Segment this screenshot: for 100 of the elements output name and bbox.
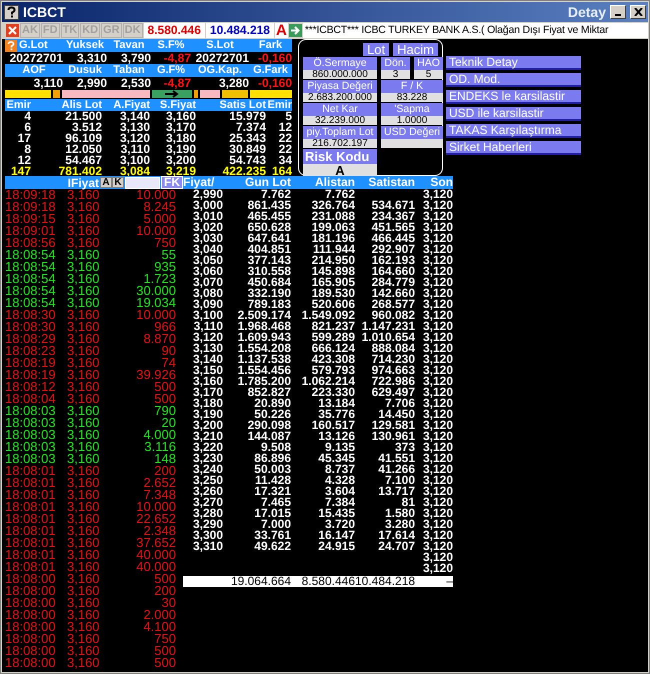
table-cell-text: 3,160 <box>67 357 101 369</box>
summary-value: 2,530 <box>120 77 151 89</box>
sort-button[interactable]: A <box>100 177 112 188</box>
ask-total: 10.484.218 <box>206 23 274 38</box>
table-cell-text: 3,160 <box>67 393 101 405</box>
table-cell-text: 3,160 <box>67 237 101 249</box>
table-cell-text: 8.737 <box>324 464 355 475</box>
table-cell-text: 3,120 <box>422 409 453 420</box>
minimize-button[interactable] <box>610 5 626 19</box>
table-cell-text: 966 <box>154 321 176 333</box>
table-cell-text: 7.762 <box>260 189 291 200</box>
table-cell-text: 3,120 <box>422 552 453 563</box>
table-cell-text: 1.554.208 <box>236 343 291 354</box>
table-cell-text: 18:08:01 <box>5 525 57 537</box>
summary-value: -4,87 <box>162 77 191 89</box>
field-label: F / K <box>381 80 443 93</box>
action-button[interactable]: Teknik Detay <box>446 56 581 70</box>
filter-field[interactable] <box>125 176 160 188</box>
table-cell-text: 18:08:04 <box>5 393 57 405</box>
table-cell-text: 18:08:00 <box>5 597 57 609</box>
close-icon[interactable] <box>6 24 19 37</box>
table-cell-text: 1.554.456 <box>236 365 291 376</box>
table-cell-text: 1.609.943 <box>236 332 291 343</box>
table-cell-text: 142.660 <box>370 288 415 299</box>
table-cell-text: 18:08:30 <box>5 321 57 333</box>
action-button[interactable]: ENDEKS le karsilastir <box>446 90 581 104</box>
column-header: S.Lot <box>205 39 235 52</box>
action-button[interactable]: Sirket Haberleri <box>446 141 581 155</box>
table-cell-text: 3,160 <box>67 297 101 309</box>
table-cell-text: 3,120 <box>422 486 453 497</box>
table-cell-text: 18:08:01 <box>5 477 57 489</box>
table-cell-text: 3,160 <box>67 189 101 201</box>
table-cell-text: 18:08:54 <box>5 261 57 273</box>
table-cell-text: 25.343 <box>228 133 266 144</box>
table-cell-text: 14.450 <box>378 409 415 420</box>
table-cell-text: 3,160 <box>67 309 101 321</box>
table-cell-text: 1.010.654 <box>360 332 415 343</box>
table-cell-text: 310.558 <box>246 266 291 277</box>
table-cell-text: 3,160 <box>166 111 196 122</box>
column-header: Son <box>429 176 453 189</box>
table-cell-text: 18:08:00 <box>5 609 57 621</box>
table-cell-text: 7.384 <box>324 497 355 508</box>
table-cell-text: 3,120 <box>422 255 453 266</box>
action-button[interactable]: USD ile karsilastir <box>446 107 581 121</box>
table-cell-text: 3,160 <box>67 621 101 633</box>
table-cell-text: 40.000 <box>135 549 176 561</box>
table-cell-text: 3,120 <box>422 497 453 508</box>
table-cell-text: 6 <box>24 122 31 133</box>
table-cell-text: 189.530 <box>310 288 355 299</box>
fk-button[interactable]: FK <box>161 176 183 189</box>
table-cell-text: 8 <box>24 144 31 155</box>
field-label: Dön. <box>381 57 410 70</box>
table-cell-text: 18:08:54 <box>5 249 57 261</box>
action-button[interactable]: OD. Mod. <box>446 73 581 87</box>
table-cell-text: 3,170 <box>192 387 223 398</box>
table-cell-text: 3,160 <box>67 597 101 609</box>
table-cell-text: 18:08:01 <box>5 513 57 525</box>
field-label: 'Sapma <box>381 103 443 116</box>
table-cell-text: 49.622 <box>253 541 291 552</box>
mode-button[interactable]: Lot <box>363 43 390 56</box>
table-cell-text: 214.950 <box>310 255 355 266</box>
column-header: Emir <box>6 99 31 111</box>
column-header: A.Fiyat <box>112 99 150 111</box>
table-cell-text: 18:08:01 <box>5 465 57 477</box>
table-cell-text: 3,150 <box>192 365 223 376</box>
table-cell-text: 18:09:18 <box>5 201 57 213</box>
table-cell-text: 20.890 <box>254 398 291 409</box>
table-cell-text: 629.497 <box>370 387 415 398</box>
table-cell-text: 423.308 <box>310 354 355 365</box>
table-cell-text: 9.135 <box>324 442 355 453</box>
column-header: G.Fark <box>252 64 289 77</box>
table-cell-text: 18:08:54 <box>5 297 57 309</box>
table-cell-text: 17.321 <box>253 486 291 497</box>
table-cell-text: 3,120 <box>422 398 453 409</box>
column-header: Emir <box>266 99 292 111</box>
table-cell-text: 3,120 <box>422 200 453 211</box>
table-cell-text: 3,160 <box>67 213 101 225</box>
table-cell-text: 1.785.200 <box>236 376 291 387</box>
close-button[interactable] <box>630 5 646 19</box>
table-cell-text: 404.851 <box>246 244 291 255</box>
table-cell-text: 960.082 <box>372 310 415 321</box>
table-cell-text: 8.245 <box>143 201 176 213</box>
table-cell-text: 7.706 <box>384 398 415 409</box>
table-cell-text: 18:08:56 <box>5 237 57 249</box>
action-button[interactable]: TAKAS Karşılaştırma <box>446 124 581 138</box>
table-cell-text: 3,120 <box>422 266 453 277</box>
mode-button[interactable]: Hacim <box>393 43 438 56</box>
table-cell-text: 18:08:03 <box>5 441 57 453</box>
table-cell-text: 3,160 <box>67 285 101 297</box>
field-label: Risk Kodu <box>303 149 377 164</box>
table-cell-text: 3,300 <box>192 530 223 541</box>
table-cell-text: 3,260 <box>192 486 223 497</box>
table-cell-text: 7.465 <box>260 497 291 508</box>
table-cell-text: 10.000 <box>135 501 176 513</box>
table-cell-text: 74 <box>162 357 176 369</box>
table-cell-text: 852.827 <box>248 387 291 398</box>
help-icon[interactable] <box>4 4 19 20</box>
arrow-right-icon[interactable] <box>288 24 302 37</box>
sort-button[interactable]: K <box>112 177 124 188</box>
table-cell-text: 18:08:29 <box>5 333 57 345</box>
